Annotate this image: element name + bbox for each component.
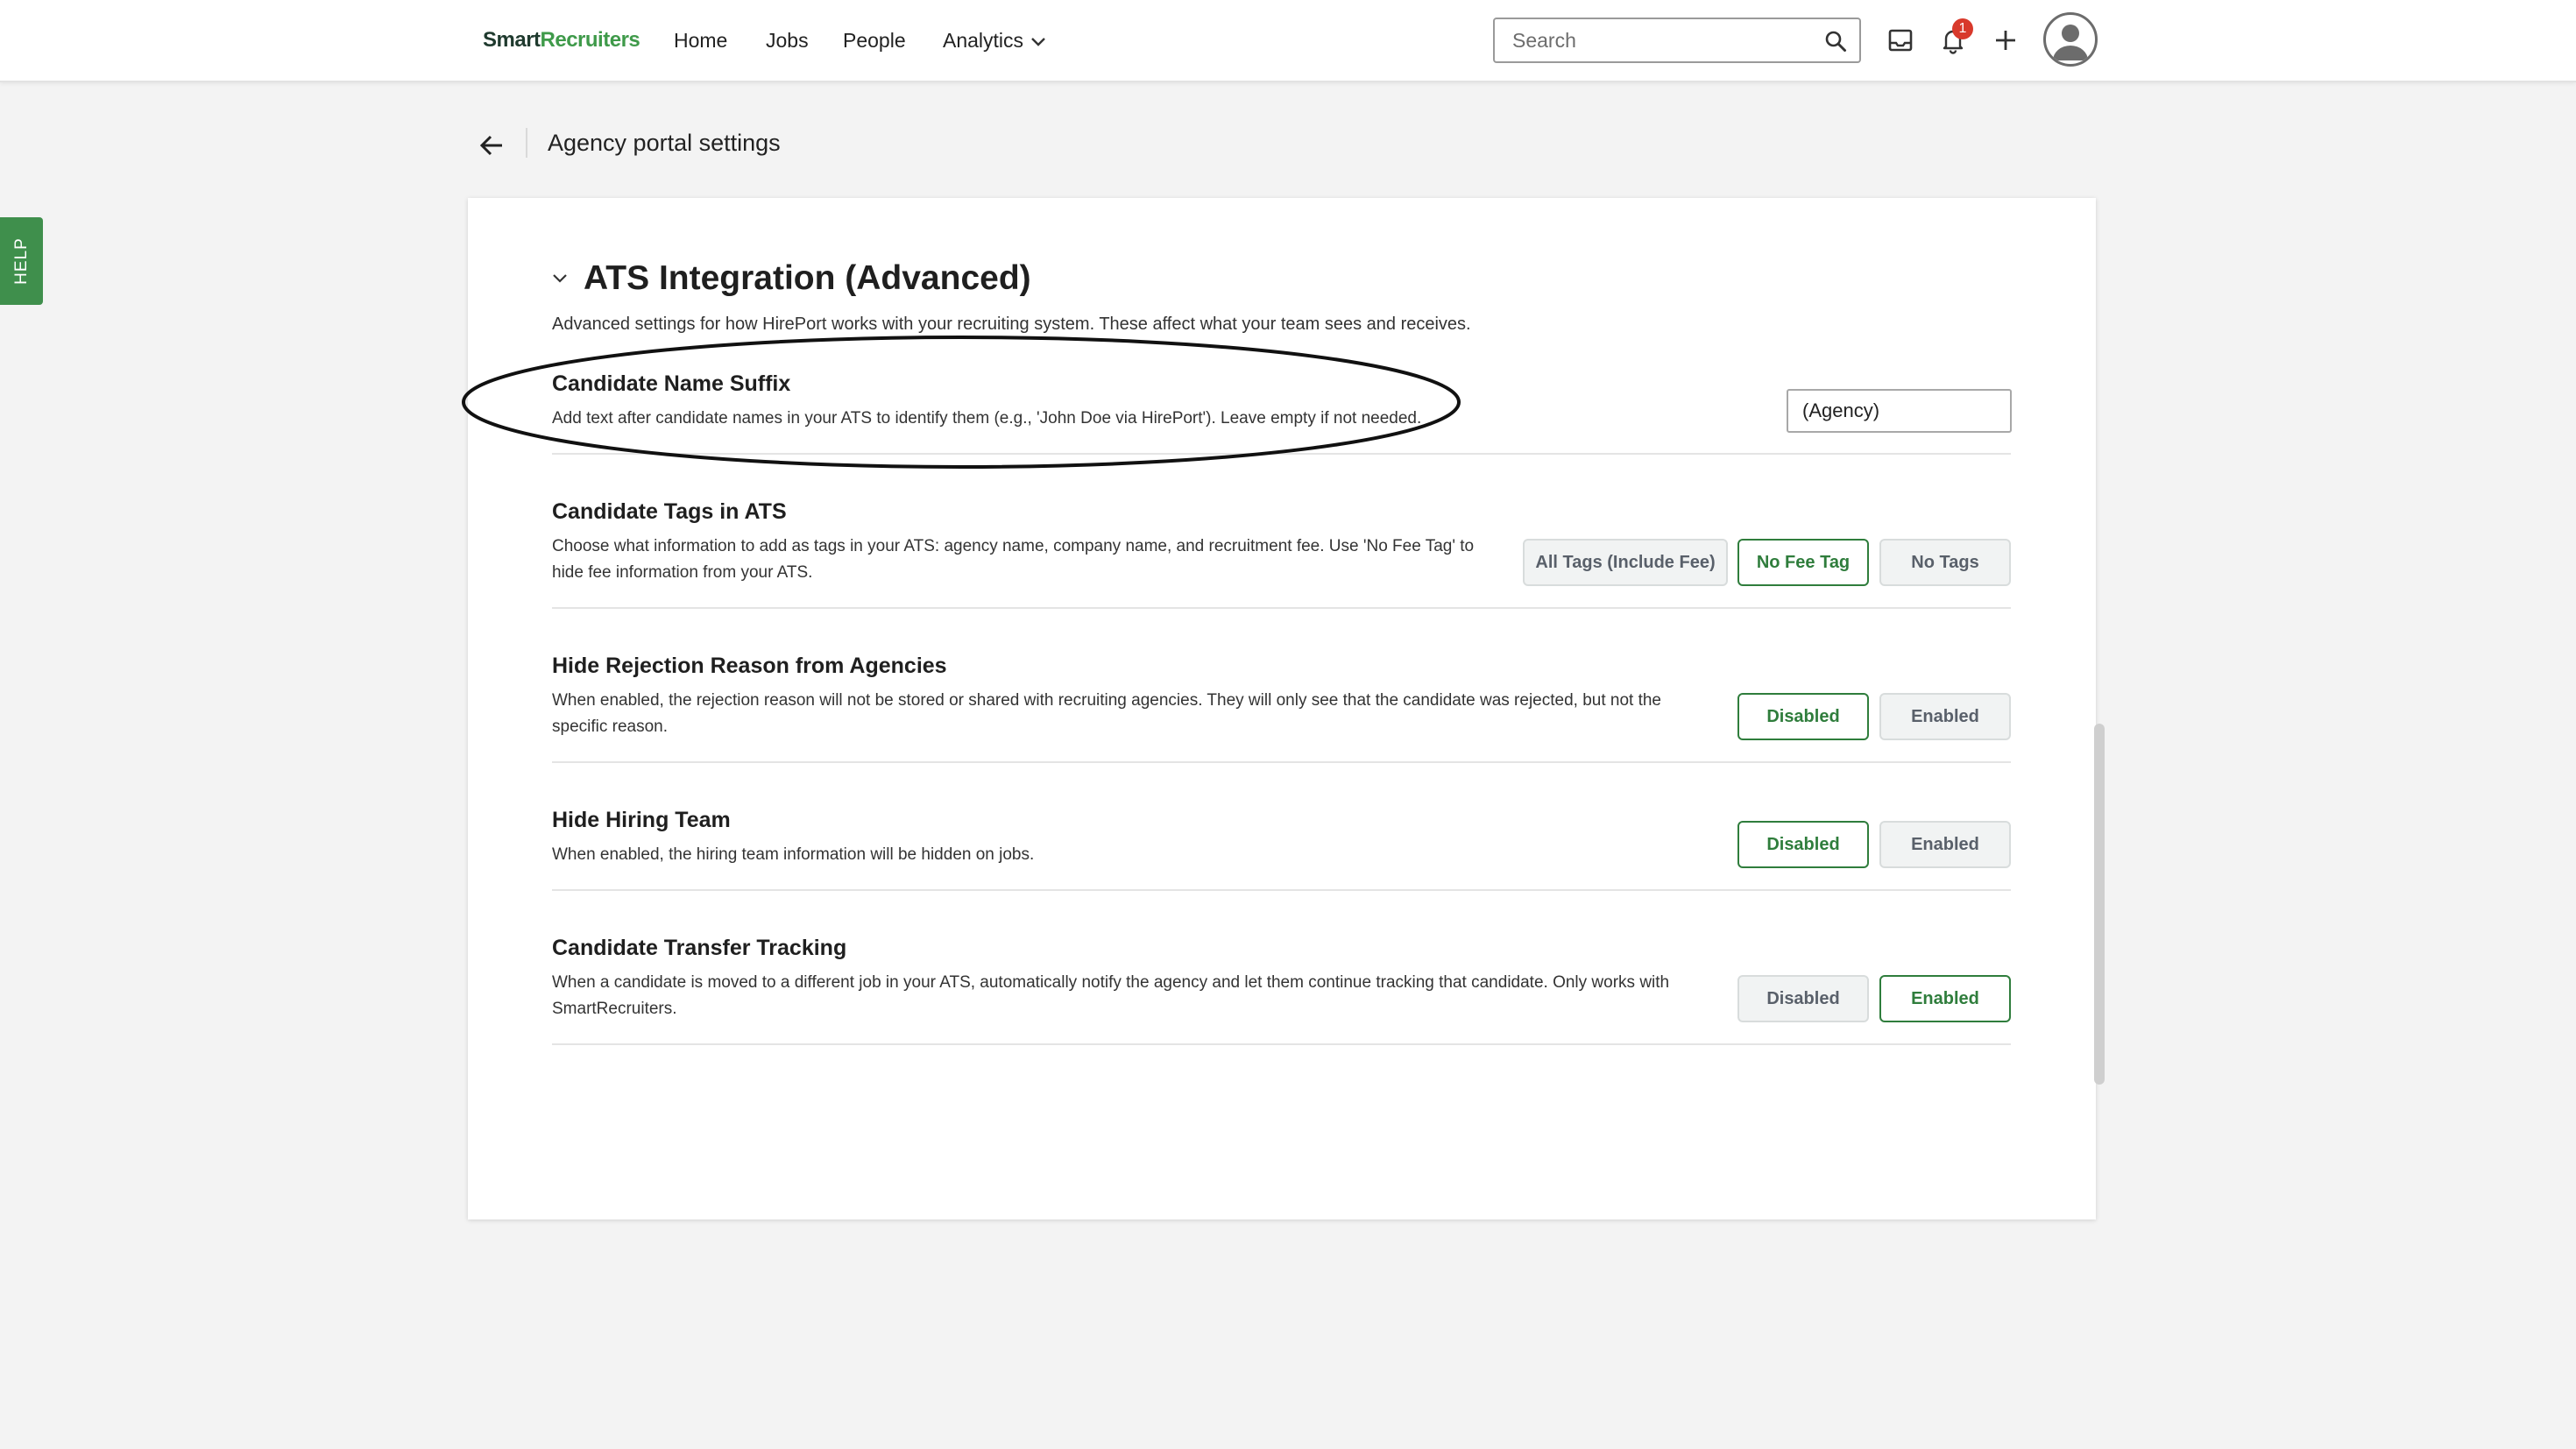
nav-analytics-label: Analytics bbox=[943, 29, 1024, 52]
nav-home[interactable]: Home bbox=[674, 25, 727, 56]
help-tab-label: HELP bbox=[11, 237, 31, 285]
plus-icon[interactable] bbox=[1990, 25, 2021, 56]
header-divider bbox=[526, 128, 527, 158]
nav-people[interactable]: People bbox=[843, 25, 906, 56]
hiring-team-enabled-button[interactable]: Enabled bbox=[1879, 821, 2011, 868]
row-divider bbox=[552, 889, 2011, 891]
hiring-team-title: Hide Hiring Team bbox=[552, 808, 731, 832]
avatar-icon bbox=[2053, 25, 2088, 60]
nav-jobs[interactable]: Jobs bbox=[766, 25, 809, 56]
search-box bbox=[1493, 18, 1861, 63]
transfer-enabled-button[interactable]: Enabled bbox=[1879, 975, 2011, 1022]
tags-title: Candidate Tags in ATS bbox=[552, 499, 787, 524]
transfer-description-line2: SmartRecruiters. bbox=[552, 1000, 677, 1018]
section-description: Advanced settings for how HirePort works… bbox=[552, 315, 1471, 334]
suffix-description: Add text after candidate names in your A… bbox=[552, 409, 1422, 428]
chevron-down-icon[interactable] bbox=[550, 268, 570, 287]
logo-text-recruiters: Recruiters bbox=[540, 28, 640, 52]
page-title: Agency portal settings bbox=[548, 130, 781, 156]
rejection-description-line1: When enabled, the rejection reason will … bbox=[552, 691, 1661, 710]
transfer-title: Candidate Transfer Tracking bbox=[552, 936, 847, 960]
row-divider bbox=[552, 607, 2011, 609]
no-fee-tag-button[interactable]: No Fee Tag bbox=[1737, 539, 1869, 586]
tags-description-line2: hide fee information from your ATS. bbox=[552, 563, 813, 582]
notification-badge: 1 bbox=[1952, 18, 1973, 39]
nav-analytics[interactable]: Analytics bbox=[943, 25, 1046, 56]
hiring-team-disabled-button[interactable]: Disabled bbox=[1737, 821, 1869, 868]
scrollbar-thumb[interactable] bbox=[2094, 724, 2105, 1085]
rejection-title: Hide Rejection Reason from Agencies bbox=[552, 654, 947, 678]
smartrecruiters-logo[interactable]: SmartRecruiters bbox=[483, 25, 640, 56]
transfer-description-line1: When a candidate is moved to a different… bbox=[552, 973, 1670, 992]
row-divider bbox=[552, 1043, 2011, 1045]
tags-description-line1: Choose what information to add as tags i… bbox=[552, 537, 1475, 555]
suffix-title: Candidate Name Suffix bbox=[552, 371, 791, 396]
rejection-description-line2: specific reason. bbox=[552, 717, 669, 736]
row-divider bbox=[552, 761, 2011, 763]
rejection-disabled-button[interactable]: Disabled bbox=[1737, 693, 1869, 740]
logo-text-smart: Smart bbox=[483, 28, 541, 52]
section-title: ATS Integration (Advanced) bbox=[584, 259, 1031, 297]
inbox-icon[interactable] bbox=[1885, 25, 1916, 56]
all-tags-button[interactable]: All Tags (Include Fee) bbox=[1523, 539, 1728, 586]
chevron-down-icon bbox=[1031, 38, 1045, 46]
search-icon[interactable] bbox=[1824, 30, 1847, 53]
hiring-team-description: When enabled, the hiring team informatio… bbox=[552, 845, 1035, 864]
back-arrow-icon[interactable] bbox=[475, 129, 508, 162]
rejection-enabled-button[interactable]: Enabled bbox=[1879, 693, 2011, 740]
help-tab[interactable]: HELP bbox=[0, 217, 43, 305]
search-input[interactable] bbox=[1512, 26, 1810, 54]
user-avatar[interactable] bbox=[2043, 12, 2098, 67]
transfer-disabled-button[interactable]: Disabled bbox=[1737, 975, 1869, 1022]
no-tags-button[interactable]: No Tags bbox=[1879, 539, 2011, 586]
row-divider bbox=[552, 453, 2011, 455]
suffix-input[interactable] bbox=[1787, 389, 2012, 433]
top-navigation-bar: SmartRecruiters Home Jobs People Analyti… bbox=[0, 0, 2576, 82]
